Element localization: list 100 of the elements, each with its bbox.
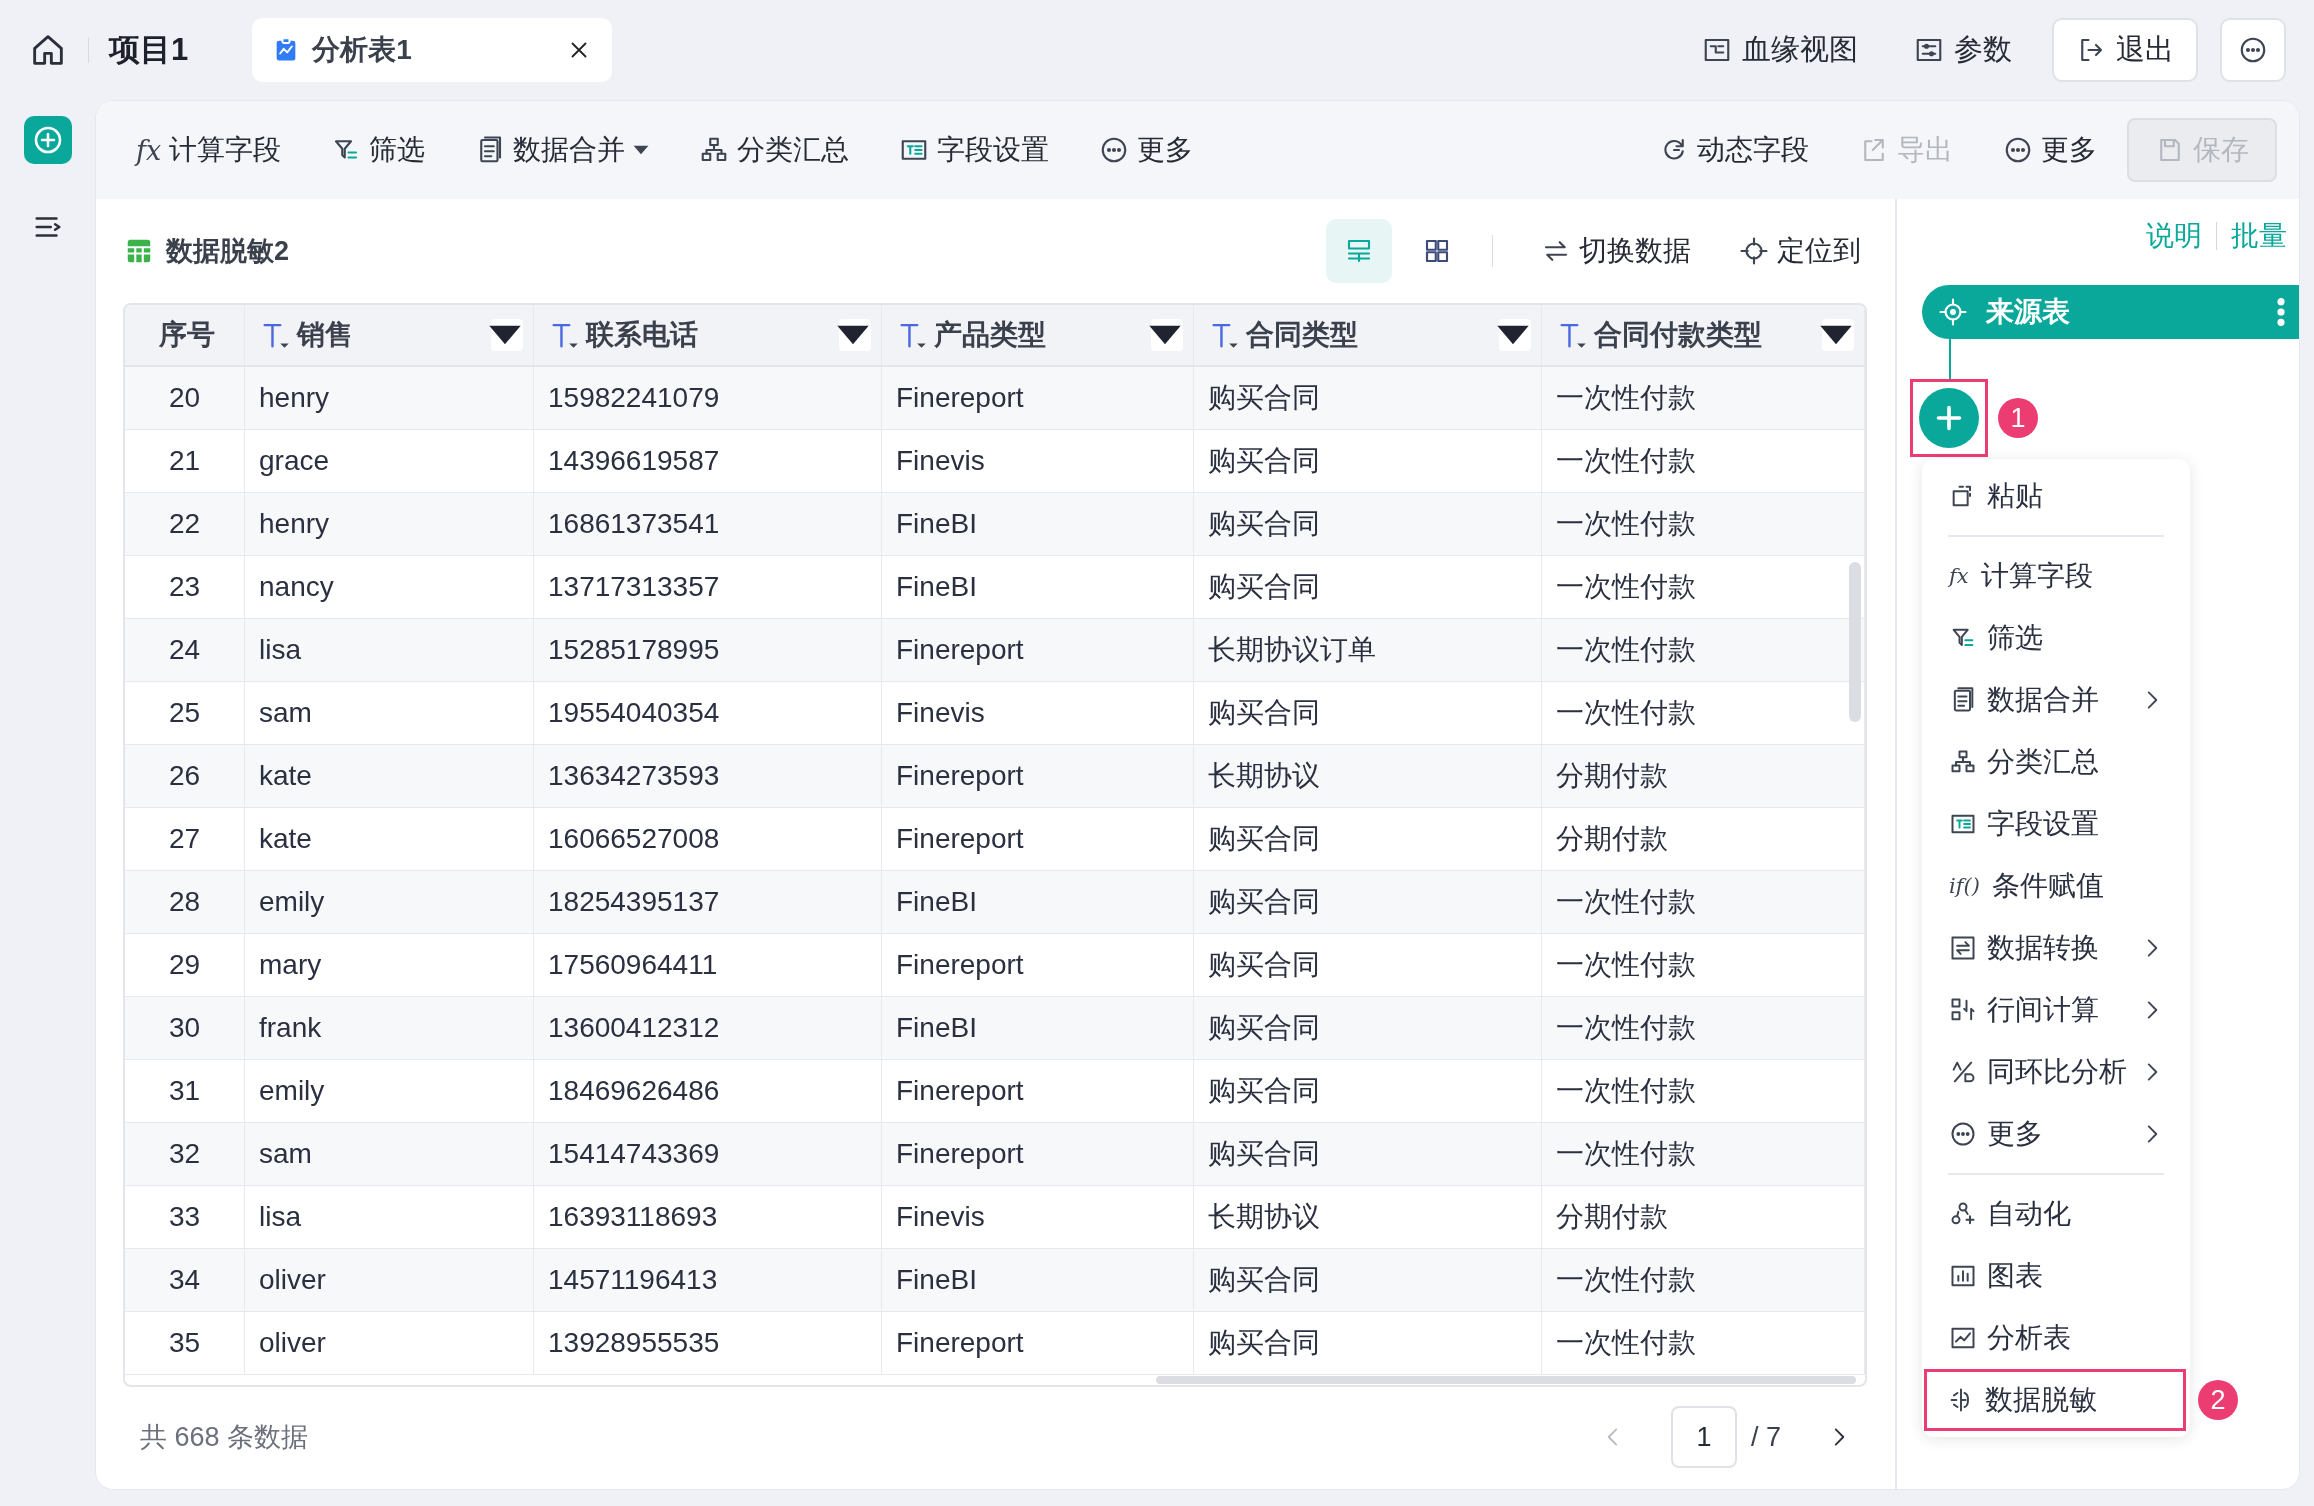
- menu-item[interactable]: 分类汇总: [1922, 731, 2190, 793]
- filter-dropdown[interactable]: [1499, 319, 1531, 351]
- table-cell: 购买合同: [1194, 367, 1542, 429]
- column-header[interactable]: 销售: [245, 305, 534, 365]
- table-cell: emily: [245, 1060, 534, 1122]
- table-cell: 长期协议: [1194, 745, 1542, 807]
- table-cell: 长期协议订单: [1194, 619, 1542, 681]
- table-cell: Finereport: [882, 619, 1194, 681]
- table-cell: FineBI: [882, 556, 1194, 618]
- table-cell: Finereport: [882, 745, 1194, 807]
- menu-item[interactable]: 数据合并: [1922, 669, 2190, 731]
- menu-item[interactable]: 自动化: [1922, 1183, 2190, 1245]
- menu-item[interactable]: fx 计算字段: [1922, 545, 2190, 607]
- page-field[interactable]: 1: [1670, 1406, 1737, 1468]
- filter-dropdown[interactable]: [1822, 319, 1854, 351]
- table-cell: 购买合同: [1194, 871, 1542, 933]
- menu-item[interactable]: 字段设置: [1922, 793, 2190, 855]
- exit-button[interactable]: 退出: [2052, 18, 2198, 82]
- toolbar-button[interactable]: 动态字段: [1659, 131, 1809, 169]
- table-cell: grace: [245, 430, 534, 492]
- table-cell: 购买合同: [1194, 1060, 1542, 1122]
- table-cell: 22: [125, 493, 245, 555]
- table-cell: mary: [245, 934, 534, 996]
- table-cell: sam: [245, 682, 534, 744]
- toolbar-button[interactable]: 定位到: [1739, 232, 1861, 270]
- table-cell: 购买合同: [1194, 1249, 1542, 1311]
- page-count: / 7: [1750, 1421, 1781, 1453]
- table-cell: 30: [125, 997, 245, 1059]
- column-header[interactable]: 合同付款类型: [1542, 305, 1865, 365]
- menu-item[interactable]: 筛选: [1922, 607, 2190, 669]
- table-cell: 14571196413: [534, 1249, 882, 1311]
- table-cell: oliver: [245, 1249, 534, 1311]
- add-button[interactable]: [23, 116, 72, 164]
- menu-item[interactable]: 图表: [1922, 1245, 2190, 1307]
- menu-item[interactable]: 分析表: [1922, 1307, 2190, 1369]
- table-cell: 19554040354: [534, 682, 882, 744]
- table-cell: 一次性付款: [1542, 1312, 1865, 1374]
- table-cell: 31: [125, 1060, 245, 1122]
- column-header[interactable]: 合同类型: [1194, 305, 1542, 365]
- table-cell: FineBI: [882, 871, 1194, 933]
- table-cell: FineBI: [882, 1249, 1194, 1311]
- table-cell: 购买合同: [1194, 997, 1542, 1059]
- column-header[interactable]: 产品类型: [882, 305, 1194, 365]
- toolbar-button[interactable]: 分类汇总: [699, 131, 850, 169]
- view-toggle[interactable]: [1326, 219, 1392, 283]
- add-step-button[interactable]: [1919, 388, 1979, 448]
- table-cell: 购买合同: [1194, 1123, 1542, 1185]
- table-cell: Finereport: [882, 1123, 1194, 1185]
- project-title: 项目1: [109, 31, 189, 69]
- table-cell: 35: [125, 1312, 245, 1374]
- table-cell: 17560964411: [534, 934, 882, 996]
- crosshair-icon: [1739, 236, 1769, 266]
- connector-line: [1949, 339, 1951, 379]
- table-cell: 一次性付款: [1542, 367, 1865, 429]
- table-cell: 一次性付款: [1542, 1123, 1865, 1185]
- menu-item[interactable]: 数据脱敏: [1924, 1369, 2186, 1431]
- table-title: 数据脱敏2: [166, 235, 290, 268]
- table-cell: Finereport: [882, 1312, 1194, 1374]
- table-cell: FineBI: [882, 997, 1194, 1059]
- toolbar-button[interactable]: 参数: [1892, 18, 2034, 82]
- step-badge: 1: [1998, 398, 2038, 438]
- toolbar-button[interactable]: 筛选: [331, 131, 426, 169]
- toolbar-button[interactable]: 更多: [2003, 131, 2097, 169]
- menu-item[interactable]: 更多: [1922, 1103, 2190, 1165]
- table-cell: 购买合同: [1194, 493, 1542, 555]
- toolbar-button[interactable]: 数据合并: [475, 131, 650, 169]
- filter-dropdown[interactable]: [491, 319, 523, 351]
- crosshair-icon: [1938, 297, 1968, 327]
- menu-item[interactable]: 数据转换: [1922, 917, 2190, 979]
- record-count: 共 668 条数据: [140, 1421, 309, 1454]
- more-icon: [1949, 1120, 1977, 1148]
- menu-item[interactable]: 行间计算: [1922, 979, 2190, 1041]
- filter-dropdown[interactable]: [1151, 319, 1183, 351]
- table-cell: 购买合同: [1194, 808, 1542, 870]
- table-cell: Finereport: [882, 367, 1194, 429]
- column-header[interactable]: 联系电话: [534, 305, 882, 365]
- kebab-icon: [2277, 298, 2285, 326]
- table-cell: Finereport: [882, 808, 1194, 870]
- table-cell: 32: [125, 1123, 245, 1185]
- scrollbar[interactable]: [1156, 1376, 1856, 1384]
- column-header[interactable]: 序号: [125, 305, 245, 365]
- menu-item[interactable]: 粘贴: [1922, 465, 2190, 527]
- table-cell: 一次性付款: [1542, 1249, 1865, 1311]
- toolbar-button[interactable]: 字段设置: [899, 131, 1050, 169]
- table-cell: 13717313357: [534, 556, 882, 618]
- toolbar-button[interactable]: 血缘视图: [1680, 18, 1880, 82]
- menu-item[interactable]: if() 条件赋值: [1922, 855, 2190, 917]
- toolbar-button[interactable]: 切换数据: [1541, 232, 1691, 270]
- more-button[interactable]: [2220, 18, 2286, 82]
- table-cell: 一次性付款: [1542, 997, 1865, 1059]
- toolbar-button[interactable]: 更多: [1099, 131, 1194, 169]
- table-cell: kate: [245, 808, 534, 870]
- toolbar-button[interactable]: fx 计算字段: [136, 131, 282, 169]
- scrollbar[interactable]: [1849, 562, 1861, 722]
- table-cell: nancy: [245, 556, 534, 618]
- document-tab[interactable]: 分析表1: [252, 18, 613, 82]
- menu-item[interactable]: 同环比分析: [1922, 1041, 2190, 1103]
- table-cell: 购买合同: [1194, 430, 1542, 492]
- filter-dropdown[interactable]: [839, 319, 871, 351]
- table-cell: 18254395137: [534, 871, 882, 933]
